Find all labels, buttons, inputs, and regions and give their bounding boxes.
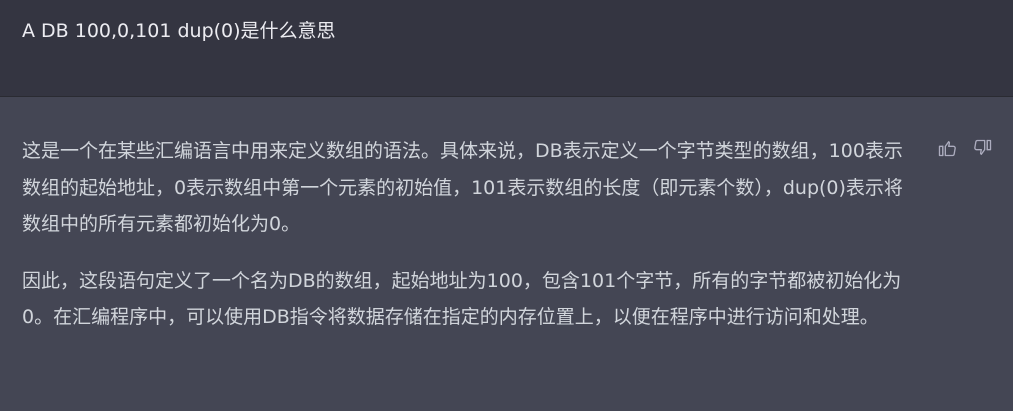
user-message-text: A DB 100,0,101 dup(0)是什么意思: [22, 20, 336, 42]
thumbs-down-button[interactable]: [972, 137, 994, 159]
thumbs-down-icon: [974, 139, 992, 155]
answer-paragraph-2: 因此，这段语句定义了一个名为DB的数组，起始地址为100，包含101个字节，所有…: [22, 269, 902, 329]
feedback-buttons: [936, 137, 994, 159]
thumbs-up-button[interactable]: [936, 137, 958, 159]
user-message-block: A DB 100,0,101 dup(0)是什么意思: [0, 0, 1013, 97]
answer-paragraph-1: 这是一个在某些汇编语言中用来定义数组的语法。具体来说，DB表示定义一个字节类型的…: [22, 140, 903, 235]
assistant-message-block: 这是一个在某些汇编语言中用来定义数组的语法。具体来说，DB表示定义一个字节类型的…: [0, 97, 1013, 411]
assistant-message-text: 这是一个在某些汇编语言中用来定义数组的语法。具体来说，DB表示定义一个字节类型的…: [22, 133, 917, 356]
thumbs-up-icon: [938, 141, 956, 157]
